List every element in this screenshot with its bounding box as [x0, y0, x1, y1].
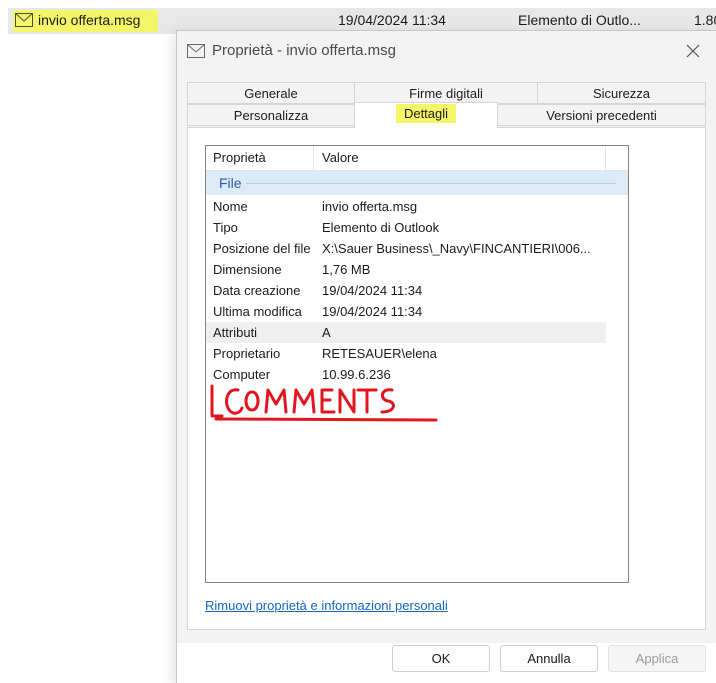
- comments-annotation: [210, 384, 438, 422]
- property-key: Proprietario: [213, 346, 281, 361]
- file-name: invio offerta.msg: [38, 12, 141, 28]
- remove-properties-link[interactable]: Rimuovi proprietà e informazioni persona…: [205, 598, 448, 613]
- property-key: Attributi: [213, 325, 258, 340]
- tab-personalizza[interactable]: Personalizza: [187, 104, 355, 126]
- mail-icon: [187, 44, 205, 58]
- property-key: Ultima modifica: [213, 304, 302, 319]
- cancel-button[interactable]: Annulla: [500, 645, 598, 672]
- property-row[interactable]: Posizione del file X:\Sauer Business\_Na…: [206, 238, 606, 259]
- property-row[interactable]: Proprietario RETESAUER\elena: [206, 343, 606, 364]
- tab-firme-digitali[interactable]: Firme digitali: [354, 82, 538, 104]
- property-value: 19/04/2024 11:34: [322, 283, 423, 298]
- property-value: RETESAUER\elena: [322, 346, 437, 361]
- ok-button[interactable]: OK: [392, 645, 490, 672]
- property-value: A: [322, 325, 331, 340]
- dialog-titlebar[interactable]: Proprietà - invio offerta.msg: [177, 31, 716, 71]
- tab-dettagli-label: Dettagli: [395, 104, 457, 123]
- column-separator: [313, 146, 314, 170]
- property-value: X:\Sauer Business\_Navy\FINCANTIERI\006.…: [322, 241, 591, 256]
- column-separator: [605, 146, 606, 170]
- property-row-selected[interactable]: Attributi A: [206, 322, 606, 343]
- close-icon[interactable]: [682, 40, 704, 62]
- file-size: 1.80: [694, 12, 716, 28]
- property-value: 1,76 MB: [322, 262, 371, 277]
- property-row[interactable]: Ultima modifica 19/04/2024 11:34: [206, 301, 606, 322]
- group-divider: [246, 183, 616, 184]
- column-value[interactable]: Valore: [322, 150, 359, 165]
- tab-generale[interactable]: Generale: [187, 82, 355, 104]
- tab-versioni-precedenti[interactable]: Versioni precedenti: [497, 104, 706, 126]
- property-key: Posizione del file: [213, 241, 311, 256]
- tab-dettagli[interactable]: Dettagli: [354, 102, 498, 128]
- property-key: Dimensione: [213, 262, 282, 277]
- property-row[interactable]: Tipo Elemento di Outlook: [206, 217, 606, 238]
- group-label: File: [219, 175, 242, 191]
- property-key: Tipo: [213, 220, 238, 235]
- column-property[interactable]: Proprietà: [213, 150, 266, 165]
- tab-sicurezza[interactable]: Sicurezza: [537, 82, 706, 104]
- property-key: Nome: [213, 199, 248, 214]
- file-type: Elemento di Outlo...: [518, 12, 641, 28]
- property-value: invio offerta.msg: [322, 199, 418, 214]
- property-value: Elemento di Outlook: [322, 220, 440, 235]
- property-key: Data creazione: [213, 283, 301, 298]
- group-header-file[interactable]: File: [206, 171, 628, 195]
- file-date: 19/04/2024 11:34: [338, 12, 446, 28]
- details-listview[interactable]: Proprietà Valore File Nome invio offerta…: [205, 145, 629, 583]
- apply-button[interactable]: Applica: [608, 645, 706, 672]
- property-row[interactable]: Nome invio offerta.msg: [206, 196, 606, 217]
- property-value: 19/04/2024 11:34: [322, 304, 423, 319]
- properties-dialog: Proprietà - invio offerta.msg Generale F…: [176, 30, 716, 683]
- property-row[interactable]: Data creazione 19/04/2024 11:34: [206, 280, 606, 301]
- property-row[interactable]: Dimensione 1,76 MB: [206, 259, 606, 280]
- mail-icon: [15, 13, 33, 27]
- dialog-title: Proprietà - invio offerta.msg: [212, 42, 396, 59]
- listview-header: Proprietà Valore: [206, 146, 628, 171]
